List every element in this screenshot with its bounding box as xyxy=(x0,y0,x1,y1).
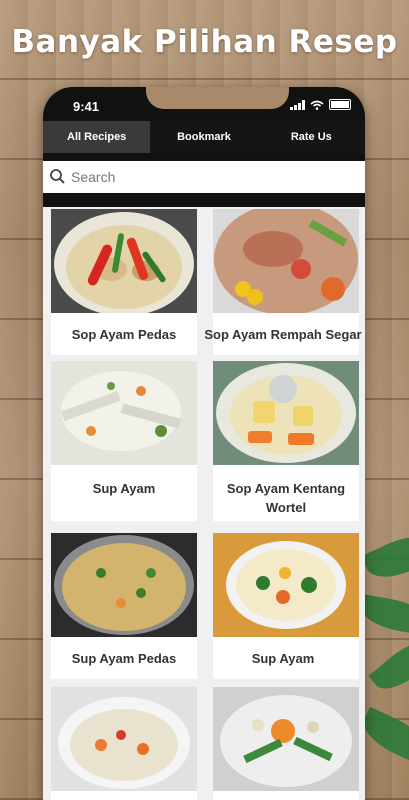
status-bar: 9:41 xyxy=(43,87,365,121)
tab-bar: All Recipes Bookmark Rate Us xyxy=(43,121,365,153)
signal-icon xyxy=(290,100,305,110)
recipe-image xyxy=(213,687,359,791)
recipe-image xyxy=(51,687,197,791)
recipe-image xyxy=(213,533,359,637)
recipe-title: Sup Ayam Pedas xyxy=(71,651,177,666)
tab-bookmark[interactable]: Bookmark xyxy=(150,121,257,153)
recipe-card[interactable] xyxy=(51,687,197,800)
recipe-title: Sop Ayam Pedas xyxy=(71,327,177,342)
tab-rate-us[interactable]: Rate Us xyxy=(258,121,365,153)
recipe-title: Sup Ayam xyxy=(251,651,315,666)
recipe-title: Sup Ayam xyxy=(92,481,156,496)
search-input[interactable]: Search xyxy=(43,161,365,193)
recipe-title: Sop Ayam Kentang Wortel xyxy=(226,481,346,515)
tab-all-recipes[interactable]: All Recipes xyxy=(43,121,151,153)
recipe-image xyxy=(51,361,197,465)
battery-icon xyxy=(329,99,351,110)
recipe-title: Sop Ayam Rempah Segar xyxy=(204,327,362,342)
recipe-image xyxy=(51,533,197,637)
status-time: 9:41 xyxy=(73,99,100,114)
recipe-image xyxy=(213,361,359,465)
headline: Banyak Pilihan Resep xyxy=(11,24,398,60)
status-icons xyxy=(290,99,351,110)
wifi-icon xyxy=(310,100,324,110)
recipe-card[interactable] xyxy=(213,687,359,800)
search-icon xyxy=(50,169,65,184)
recipe-grid: Sop Ayam Pedas Sop Ayam Rempah Segar Sup… xyxy=(43,207,365,800)
phone-frame: 9:41 All Recipes Bookmark Rate Us Search xyxy=(43,87,365,800)
recipe-image xyxy=(51,209,197,313)
search-placeholder: Search xyxy=(71,169,116,185)
recipe-image xyxy=(213,209,359,313)
